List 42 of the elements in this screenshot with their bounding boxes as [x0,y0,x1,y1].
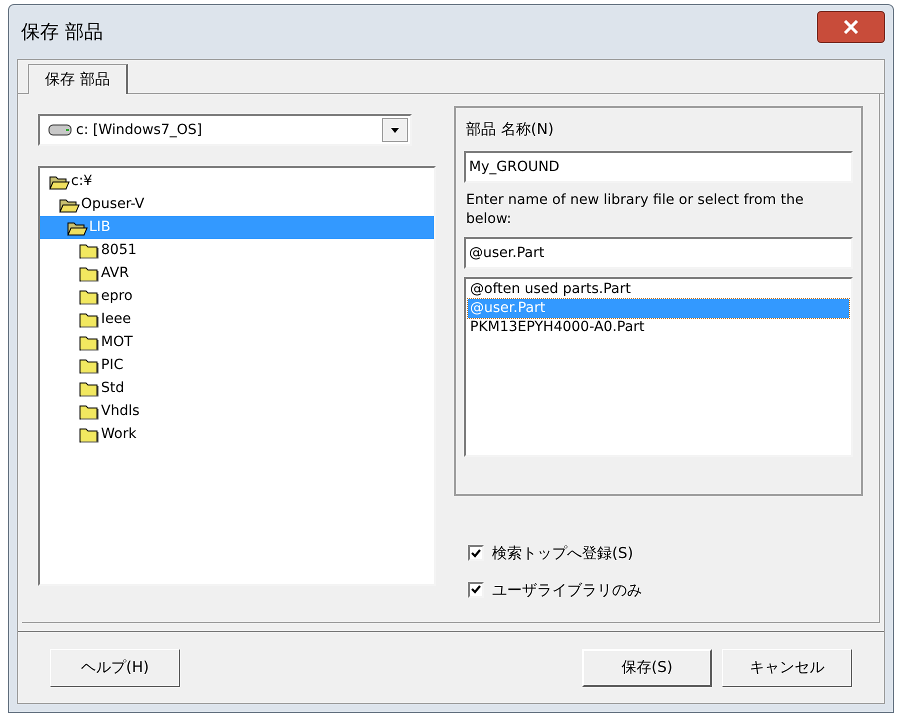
tree-item[interactable]: Std [40,377,434,400]
library-list-item[interactable]: PKM13EPYH4000-A0.Part [468,318,849,336]
library-list-item[interactable]: @often used parts.Part [468,280,849,298]
folder-icon [78,288,100,306]
tree-item[interactable]: MOT [40,331,434,354]
checkbox[interactable] [468,582,484,598]
tree-item[interactable]: PIC [40,354,434,377]
part-name-field[interactable]: My_GROUND [464,150,853,182]
drive-icon [48,124,72,136]
folder-icon [78,242,100,260]
library-hint-text: Enter name of new library file or select from the below: [465,190,805,228]
dropdown-arrow-button[interactable] [382,118,408,142]
tree-item[interactable]: 8051 [40,239,434,262]
save-button[interactable]: 保存(S) [582,648,712,686]
caret-icon [391,128,399,132]
tree-item[interactable]: Opuser-V [40,193,434,216]
folder-icon [78,380,100,398]
tree-item[interactable]: Vhdls [40,400,434,423]
folder-icon [78,356,100,374]
checkbox[interactable] [468,545,484,562]
drive-value: c: [Windows7_OS] [76,120,204,140]
tree-item[interactable]: AVR [40,262,434,285]
library-name-field[interactable]: @user.Part [464,236,853,268]
tree-item[interactable]: c:¥ [40,170,434,193]
folder-icon [78,426,100,444]
part-name-label: 部品 名称(N) [465,119,555,140]
checkbox-label: 検索トップへ登録(S) [492,543,634,564]
help-button[interactable]: ヘルプ(H) [50,648,180,686]
cancel-button[interactable]: キャンセル [722,648,852,686]
tree-item[interactable]: epro [40,285,434,308]
tree-item[interactable]: Work [40,423,434,446]
close-button[interactable] [817,11,885,43]
folder-icon [78,264,100,282]
tab[interactable]: 保存 部品 [28,64,128,94]
folder-icon [78,402,100,420]
tree-item[interactable]: Ieee [40,308,434,331]
drive-dropdown[interactable]: c: [Windows7_OS] [38,114,412,146]
window-title: 保存 部品 [20,20,104,45]
folder-icon [78,334,100,352]
checkbox-label: ユーザライブラリのみ [492,580,642,600]
close-icon [843,20,859,34]
folder-icon [78,310,100,328]
